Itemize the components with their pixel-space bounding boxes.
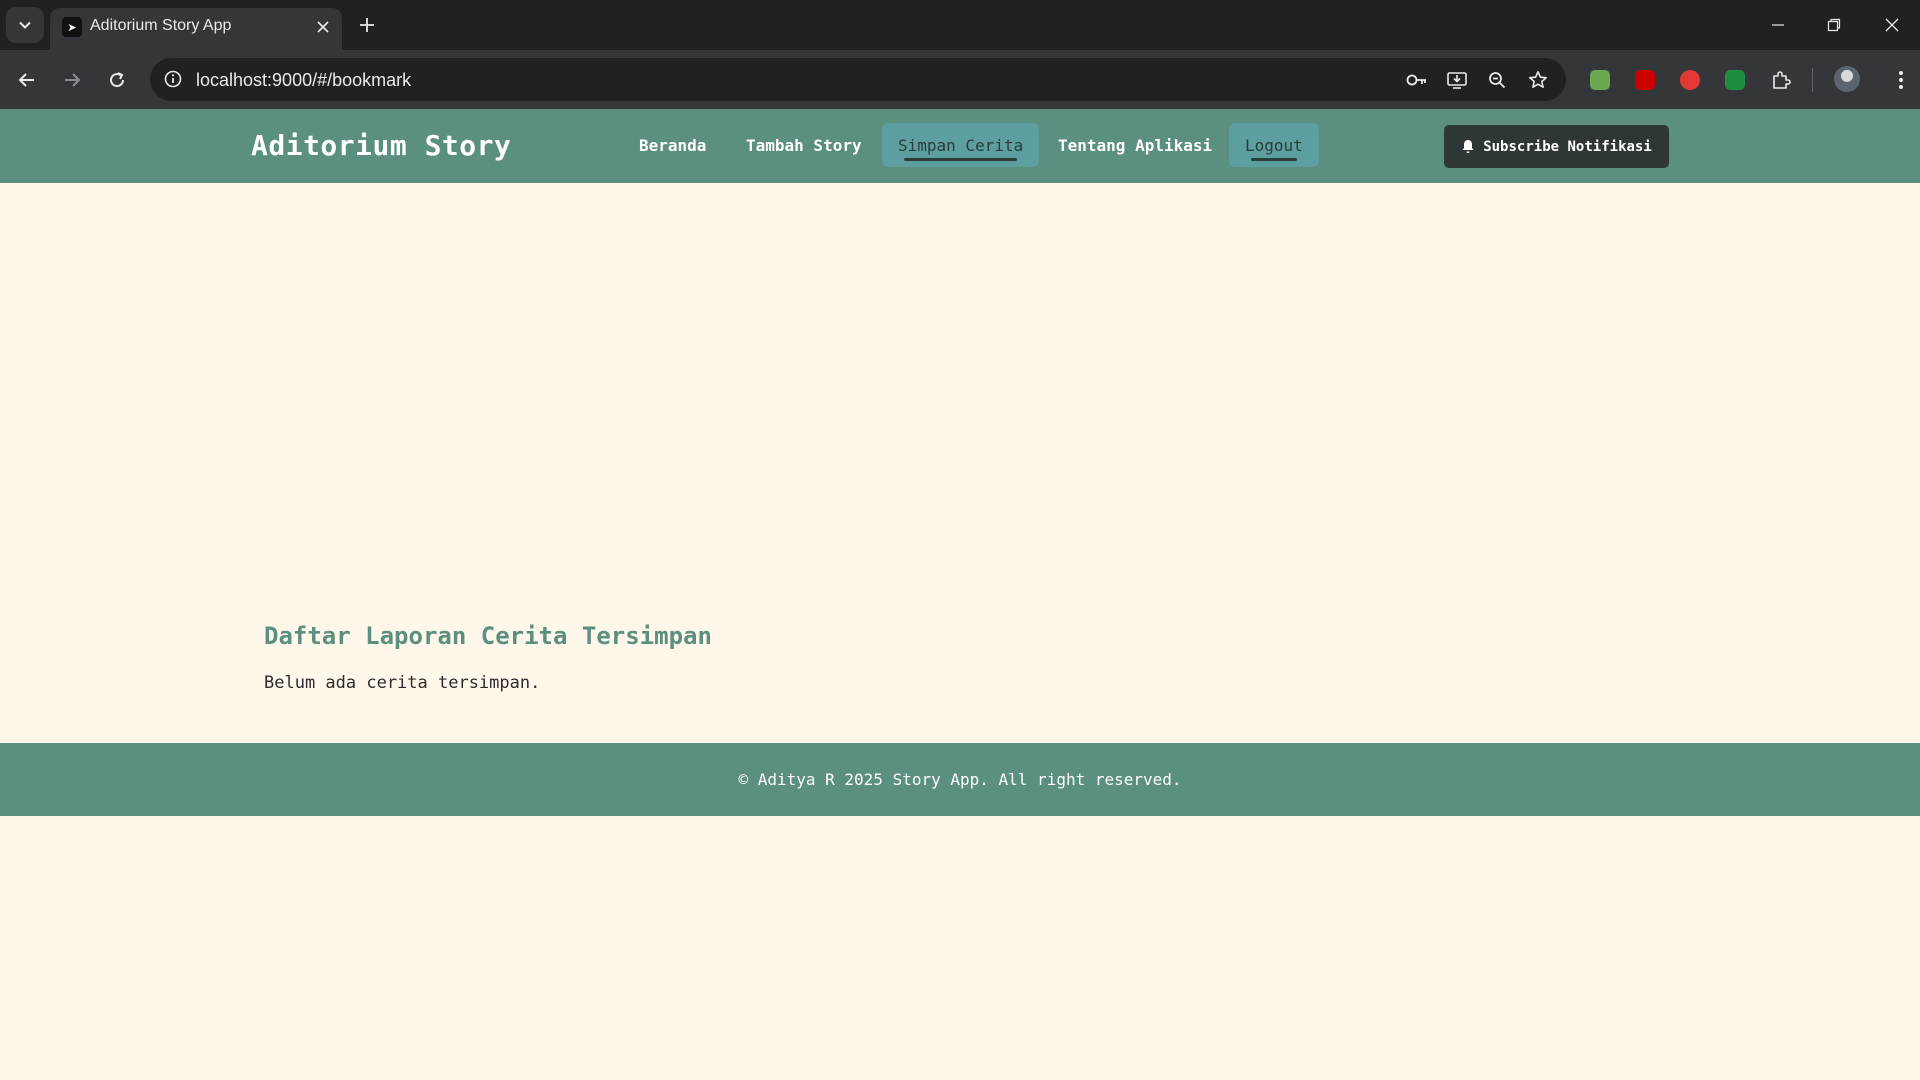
- minimize-button[interactable]: [1750, 0, 1806, 50]
- extension-hand-icon: [1680, 70, 1700, 90]
- url-text[interactable]: localhost:9000/#/bookmark: [196, 70, 411, 91]
- extension-3-button[interactable]: [1675, 65, 1705, 95]
- plus-icon: [360, 18, 374, 32]
- nav-link-tentang-aplikasi[interactable]: Tentang Aplikasi: [1042, 123, 1228, 167]
- extension-play-icon: [1725, 70, 1745, 90]
- reload-button[interactable]: [100, 63, 134, 97]
- extension-red-icon: [1635, 70, 1655, 90]
- puzzle-icon: [1773, 71, 1791, 89]
- tab-close-button[interactable]: [310, 14, 336, 40]
- close-window-button[interactable]: [1864, 0, 1920, 50]
- info-icon: [164, 70, 182, 88]
- favicon-icon: ➤: [62, 17, 82, 37]
- key-icon: [1406, 74, 1426, 86]
- browser-toolbar: localhost:9000/#/bookmark: [0, 50, 1920, 109]
- extension-2-button[interactable]: [1630, 65, 1660, 95]
- zoom-button[interactable]: [1483, 66, 1511, 94]
- close-icon: [317, 21, 329, 33]
- extensions-menu-button[interactable]: [1766, 65, 1796, 95]
- nav-link-beranda[interactable]: Beranda: [623, 123, 722, 167]
- restore-icon: [1827, 18, 1841, 32]
- chevron-down-icon: [19, 21, 31, 29]
- toolbar-separator: [1812, 68, 1813, 92]
- bookmark-star-button[interactable]: [1524, 66, 1552, 94]
- new-tab-button[interactable]: [352, 10, 382, 40]
- subscribe-label: Subscribe Notifikasi: [1483, 138, 1652, 155]
- password-key-button[interactable]: [1403, 66, 1431, 94]
- site-footer: © Aditya R 2025 Story App. All right res…: [0, 743, 1920, 816]
- brand-title[interactable]: Aditorium Story: [251, 129, 511, 162]
- install-app-button[interactable]: [1443, 66, 1471, 94]
- browser-menu-button[interactable]: [1886, 65, 1916, 95]
- browser-tab-bar: ➤ Aditorium Story App: [0, 0, 1920, 50]
- bell-icon: [1462, 140, 1474, 153]
- address-bar[interactable]: localhost:9000/#/bookmark: [150, 58, 1566, 101]
- zoom-out-icon: [1489, 72, 1506, 89]
- tab-search-button[interactable]: [6, 7, 44, 43]
- reload-icon: [110, 72, 125, 88]
- profile-avatar[interactable]: [1834, 66, 1860, 92]
- minimize-icon: [1772, 24, 1784, 26]
- nav-link-logout[interactable]: Logout: [1229, 123, 1319, 167]
- back-button[interactable]: [10, 63, 44, 97]
- nav-link-simpan-cerita[interactable]: Simpan Cerita: [882, 123, 1040, 167]
- site-info-button[interactable]: [160, 66, 186, 92]
- page-title: Daftar Laporan Cerita Tersimpan: [264, 622, 712, 650]
- browser-tab-active[interactable]: ➤ Aditorium Story App: [50, 8, 342, 50]
- nav-link-tambah-story[interactable]: Tambah Story: [730, 123, 878, 167]
- restore-button[interactable]: [1806, 0, 1862, 50]
- extension-4-button[interactable]: [1720, 65, 1750, 95]
- subscribe-notification-button[interactable]: Subscribe Notifikasi: [1444, 125, 1669, 168]
- arrow-left-icon: [18, 73, 34, 87]
- forward-button[interactable]: [55, 63, 89, 97]
- empty-state-text: Belum ada cerita tersimpan.: [264, 673, 541, 693]
- arrow-right-icon: [65, 73, 81, 87]
- extension-1-button[interactable]: [1585, 65, 1615, 95]
- extension-green-icon: [1590, 70, 1610, 90]
- star-icon: [1529, 71, 1547, 88]
- more-vert-icon: [1899, 71, 1903, 89]
- close-icon: [1885, 18, 1899, 32]
- install-icon: [1447, 72, 1467, 89]
- tab-title: Aditorium Story App: [90, 17, 232, 34]
- site-header: Aditorium Story Beranda Tambah Story Sim…: [0, 109, 1920, 183]
- footer-copyright: © Aditya R 2025 Story App. All right res…: [738, 770, 1182, 789]
